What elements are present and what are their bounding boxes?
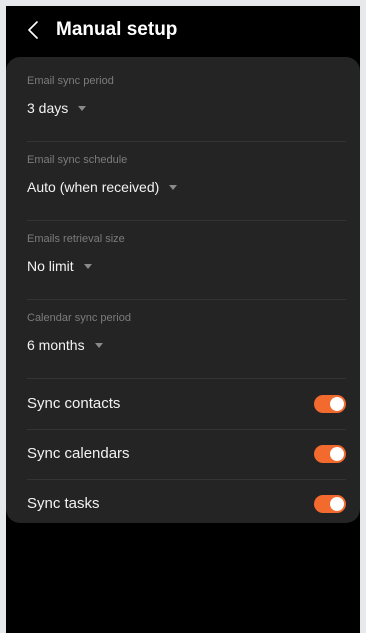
screen: Manual setup Email sync period 3 days Em… — [6, 6, 360, 633]
dropdown-value: No limit — [27, 258, 74, 274]
divider — [27, 220, 346, 221]
setting-label: Emails retrieval size — [27, 233, 125, 245]
email-sync-schedule-setting[interactable]: Email sync schedule Auto (when received) — [27, 150, 346, 200]
email-sync-period-dropdown[interactable]: 3 days — [27, 99, 87, 117]
email-sync-period-setting[interactable]: Email sync period 3 days — [27, 71, 346, 121]
toggle-label: Sync tasks — [27, 495, 100, 512]
setting-label: Email sync schedule — [27, 154, 128, 166]
page-title: Manual setup — [56, 19, 178, 40]
switch-knob — [330, 397, 344, 411]
sync-contacts-switch[interactable] — [314, 395, 346, 413]
sync-tasks-switch[interactable] — [314, 495, 346, 513]
sync-calendars-switch[interactable] — [314, 445, 346, 463]
dropdown-value: 6 months — [27, 337, 85, 353]
setting-label: Email sync period — [27, 75, 114, 87]
emails-retrieval-size-setting[interactable]: Emails retrieval size No limit — [27, 229, 346, 279]
divider — [27, 141, 346, 142]
caret-down-icon — [169, 185, 178, 190]
divider — [27, 299, 346, 300]
app-bar: Manual setup — [6, 6, 360, 54]
email-sync-schedule-dropdown[interactable]: Auto (when received) — [27, 178, 178, 196]
caret-down-icon — [78, 106, 87, 111]
toggle-label: Sync contacts — [27, 395, 121, 412]
switch-knob — [330, 497, 344, 511]
chevron-left-icon — [28, 21, 38, 39]
sync-tasks-setting[interactable]: Sync tasks — [27, 480, 346, 523]
dropdown-value: 3 days — [27, 100, 69, 116]
setting-label: Calendar sync period — [27, 312, 131, 324]
switch-knob — [330, 447, 344, 461]
toggle-label: Sync calendars — [27, 445, 130, 462]
sync-contacts-setting[interactable]: Sync contacts — [27, 379, 346, 429]
dropdown-value: Auto (when received) — [27, 179, 160, 195]
calendar-sync-period-setting[interactable]: Calendar sync period 6 months — [27, 308, 346, 358]
sync-calendars-setting[interactable]: Sync calendars — [27, 430, 346, 480]
settings-card: Email sync period 3 days Email sync sche… — [6, 57, 360, 523]
emails-retrieval-size-dropdown[interactable]: No limit — [27, 257, 92, 275]
caret-down-icon — [94, 343, 103, 348]
caret-down-icon — [83, 264, 92, 269]
back-button[interactable] — [20, 16, 48, 44]
calendar-sync-period-dropdown[interactable]: 6 months — [27, 336, 103, 354]
